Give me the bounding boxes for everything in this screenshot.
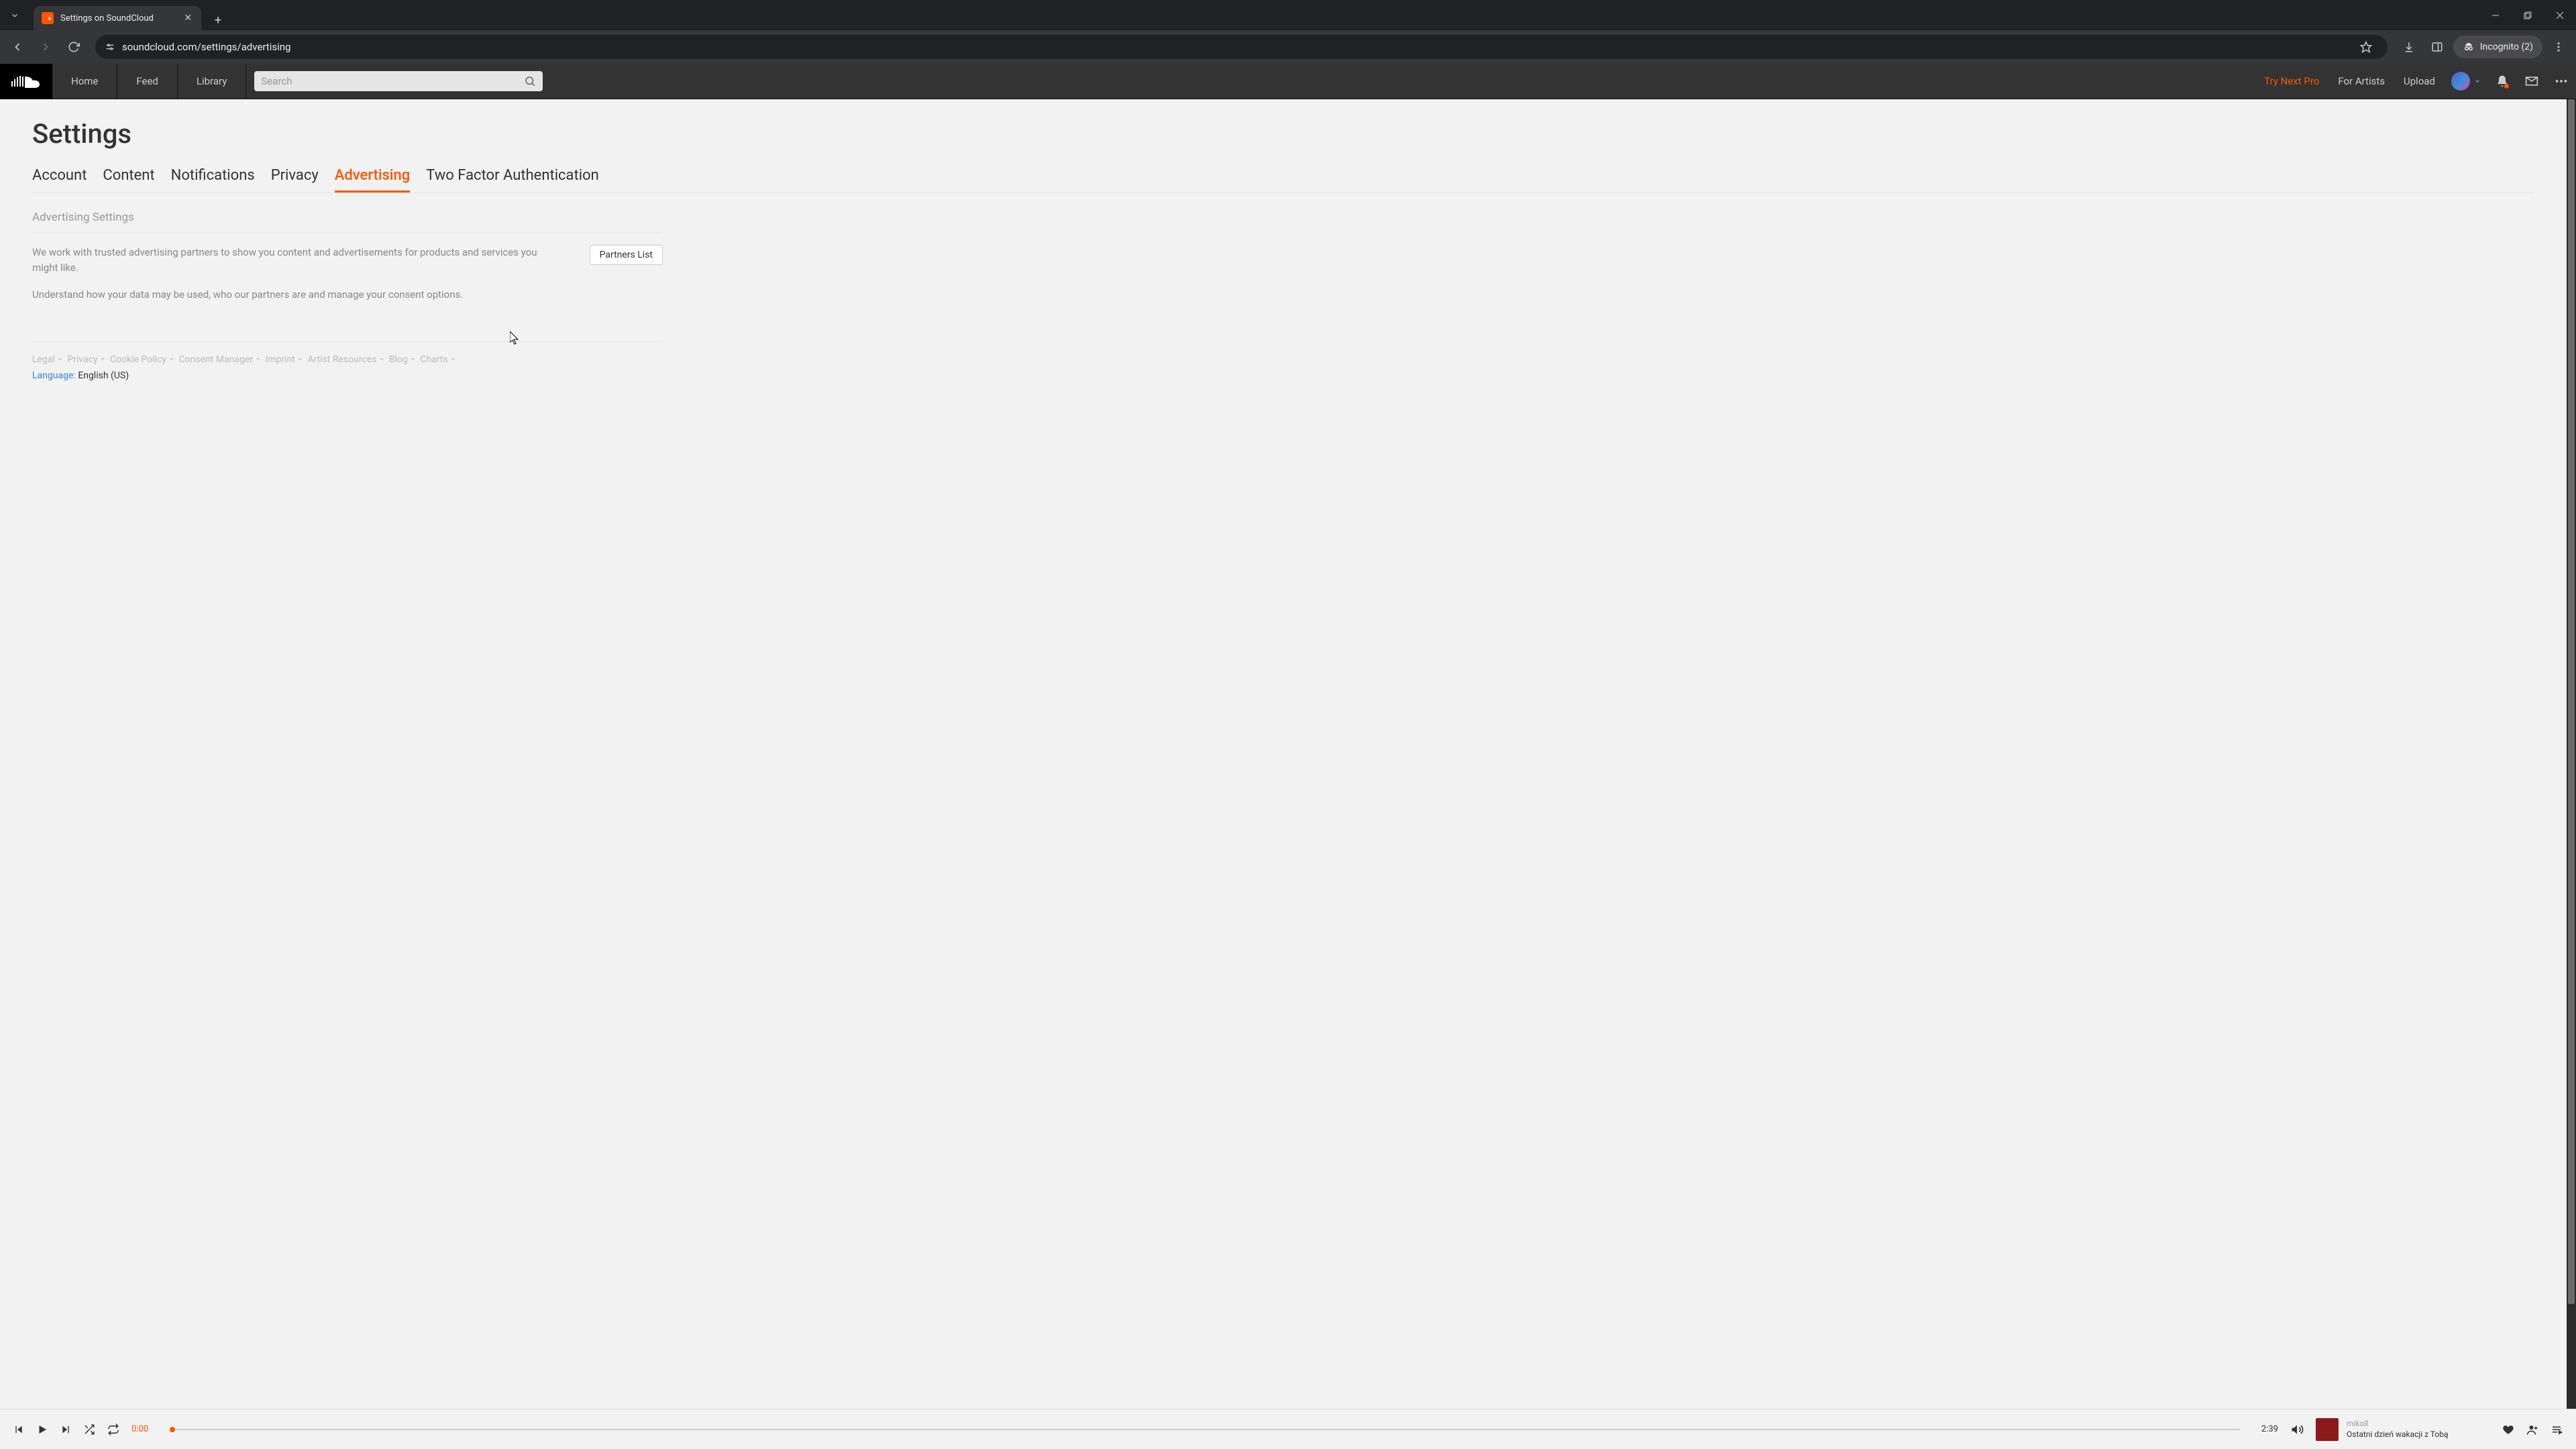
- progress-bar[interactable]: [170, 1429, 2240, 1430]
- volume-button[interactable]: [2290, 1423, 2304, 1436]
- page-title: Settings: [32, 118, 2534, 150]
- tab-content[interactable]: Content: [103, 167, 154, 193]
- browser-tab-active[interactable]: Settings on SoundCloud ✕: [34, 6, 201, 30]
- header-right: Try Next Pro For Artists Upload: [2255, 64, 2576, 99]
- settings-tabs: Account Content Notifications Privacy Ad…: [32, 167, 2534, 193]
- incognito-indicator[interactable]: Incognito (2): [2453, 36, 2542, 58]
- track-artist[interactable]: mikoll: [2347, 1419, 2449, 1430]
- tab-search-dropdown[interactable]: [0, 0, 30, 30]
- scrollbar-thumb[interactable]: [2568, 99, 2575, 1304]
- previous-track-button[interactable]: [13, 1424, 24, 1435]
- user-menu[interactable]: [2445, 72, 2487, 91]
- soundcloud-favicon: [42, 12, 54, 24]
- minimize-button[interactable]: [2479, 0, 2512, 30]
- footer-legal[interactable]: Legal: [32, 354, 55, 365]
- follow-user-button[interactable]: [2526, 1424, 2538, 1436]
- close-window-button[interactable]: [2544, 0, 2576, 30]
- search-icon[interactable]: [524, 75, 536, 87]
- footer-consent[interactable]: Consent Manager: [179, 354, 253, 365]
- new-tab-button[interactable]: +: [208, 10, 228, 30]
- shuffle-button[interactable]: [83, 1424, 95, 1436]
- back-button[interactable]: [5, 35, 30, 59]
- footer-blog[interactable]: Blog: [389, 354, 408, 365]
- elapsed-time: 0:00: [131, 1424, 148, 1434]
- advertising-section: We work with trusted advertising partner…: [32, 232, 663, 315]
- soundcloud-header: Home Feed Library Try Next Pro For Artis…: [0, 64, 2576, 99]
- soundcloud-logo[interactable]: [0, 64, 52, 99]
- language-label[interactable]: Language:: [32, 370, 76, 381]
- url-text: soundcloud.com/settings/advertising: [122, 41, 2347, 53]
- player-bar: 0:00 2:39 mikoll Ostatni dzień wakacji z…: [0, 1409, 2576, 1449]
- tab-account[interactable]: Account: [32, 167, 87, 193]
- repeat-button[interactable]: [107, 1424, 119, 1436]
- next-track-button[interactable]: [60, 1424, 71, 1435]
- browser-titlebar: Settings on SoundCloud ✕ +: [0, 0, 2576, 30]
- site-settings-icon[interactable]: [105, 42, 115, 52]
- track-title[interactable]: Ostatni dzień wakacji z Tobą: [2347, 1430, 2449, 1440]
- footer-artist-resources[interactable]: Artist Resources: [307, 354, 376, 365]
- footer-imprint[interactable]: Imprint: [265, 354, 294, 365]
- chevron-down-icon: [2474, 78, 2481, 85]
- avatar: [2451, 72, 2470, 91]
- maximize-button[interactable]: [2512, 0, 2544, 30]
- search-box[interactable]: [254, 71, 543, 91]
- tab-advertising[interactable]: Advertising: [335, 167, 410, 193]
- tab-privacy[interactable]: Privacy: [271, 167, 319, 193]
- section-title: Advertising Settings: [32, 211, 2534, 224]
- browser-toolbar: soundcloud.com/settings/advertising Inco…: [0, 30, 2576, 64]
- section-paragraph-2: Understand how your data may be used, wh…: [32, 287, 563, 303]
- for-artists-link[interactable]: For Artists: [2328, 64, 2394, 99]
- search-input[interactable]: [261, 75, 524, 87]
- address-bar[interactable]: soundcloud.com/settings/advertising: [95, 35, 2387, 59]
- close-tab-icon[interactable]: ✕: [184, 13, 192, 23]
- section-text: We work with trusted advertising partner…: [32, 245, 563, 315]
- browser-menu-icon[interactable]: [2546, 35, 2571, 59]
- vertical-scrollbar[interactable]: [2567, 99, 2576, 1409]
- window-controls: [2479, 0, 2576, 30]
- try-next-pro-link[interactable]: Try Next Pro: [2255, 64, 2328, 99]
- tab-two-factor[interactable]: Two Factor Authentication: [426, 167, 599, 193]
- nav-library[interactable]: Library: [178, 64, 246, 99]
- sidepanel-icon[interactable]: [2425, 35, 2449, 59]
- upload-link[interactable]: Upload: [2394, 64, 2445, 99]
- notification-dot: [2504, 84, 2509, 89]
- nav-feed[interactable]: Feed: [117, 64, 178, 99]
- downloads-icon[interactable]: [2397, 35, 2421, 59]
- section-paragraph-1: We work with trusted advertising partner…: [32, 245, 563, 275]
- footer-links: Legal⁃ Privacy⁃ Cookie Policy⁃ Consent M…: [32, 341, 663, 381]
- play-button[interactable]: [36, 1424, 48, 1436]
- language-value[interactable]: English (US): [78, 370, 129, 381]
- tab-title: Settings on SoundCloud: [60, 13, 177, 23]
- forward-button[interactable]: [34, 35, 58, 59]
- incognito-icon: [2463, 41, 2475, 53]
- nav-home[interactable]: Home: [52, 64, 117, 99]
- footer-charts[interactable]: Charts: [420, 354, 447, 365]
- notifications-icon[interactable]: [2487, 74, 2517, 88]
- queue-button[interactable]: [2551, 1424, 2563, 1436]
- primary-nav: Home Feed Library: [52, 64, 246, 99]
- duration-time: 2:39: [2261, 1424, 2278, 1434]
- incognito-label: Incognito (2): [2480, 42, 2533, 52]
- more-menu-icon[interactable]: [2546, 74, 2576, 89]
- track-artwork: [2316, 1418, 2339, 1441]
- partners-list-button[interactable]: Partners List: [590, 245, 663, 265]
- footer-cookie[interactable]: Cookie Policy: [110, 354, 166, 365]
- now-playing[interactable]: mikoll Ostatni dzień wakacji z Tobą: [2316, 1418, 2490, 1441]
- footer-privacy[interactable]: Privacy: [67, 354, 97, 365]
- search-container: [246, 64, 2255, 99]
- like-button[interactable]: [2502, 1424, 2514, 1436]
- tab-notifications[interactable]: Notifications: [171, 167, 255, 193]
- progress-knob[interactable]: [170, 1427, 175, 1432]
- page-content: Settings Account Content Notifications P…: [0, 99, 2567, 1409]
- bookmark-icon[interactable]: [2354, 35, 2378, 59]
- reload-button[interactable]: [62, 35, 86, 59]
- messages-icon[interactable]: [2517, 74, 2546, 88]
